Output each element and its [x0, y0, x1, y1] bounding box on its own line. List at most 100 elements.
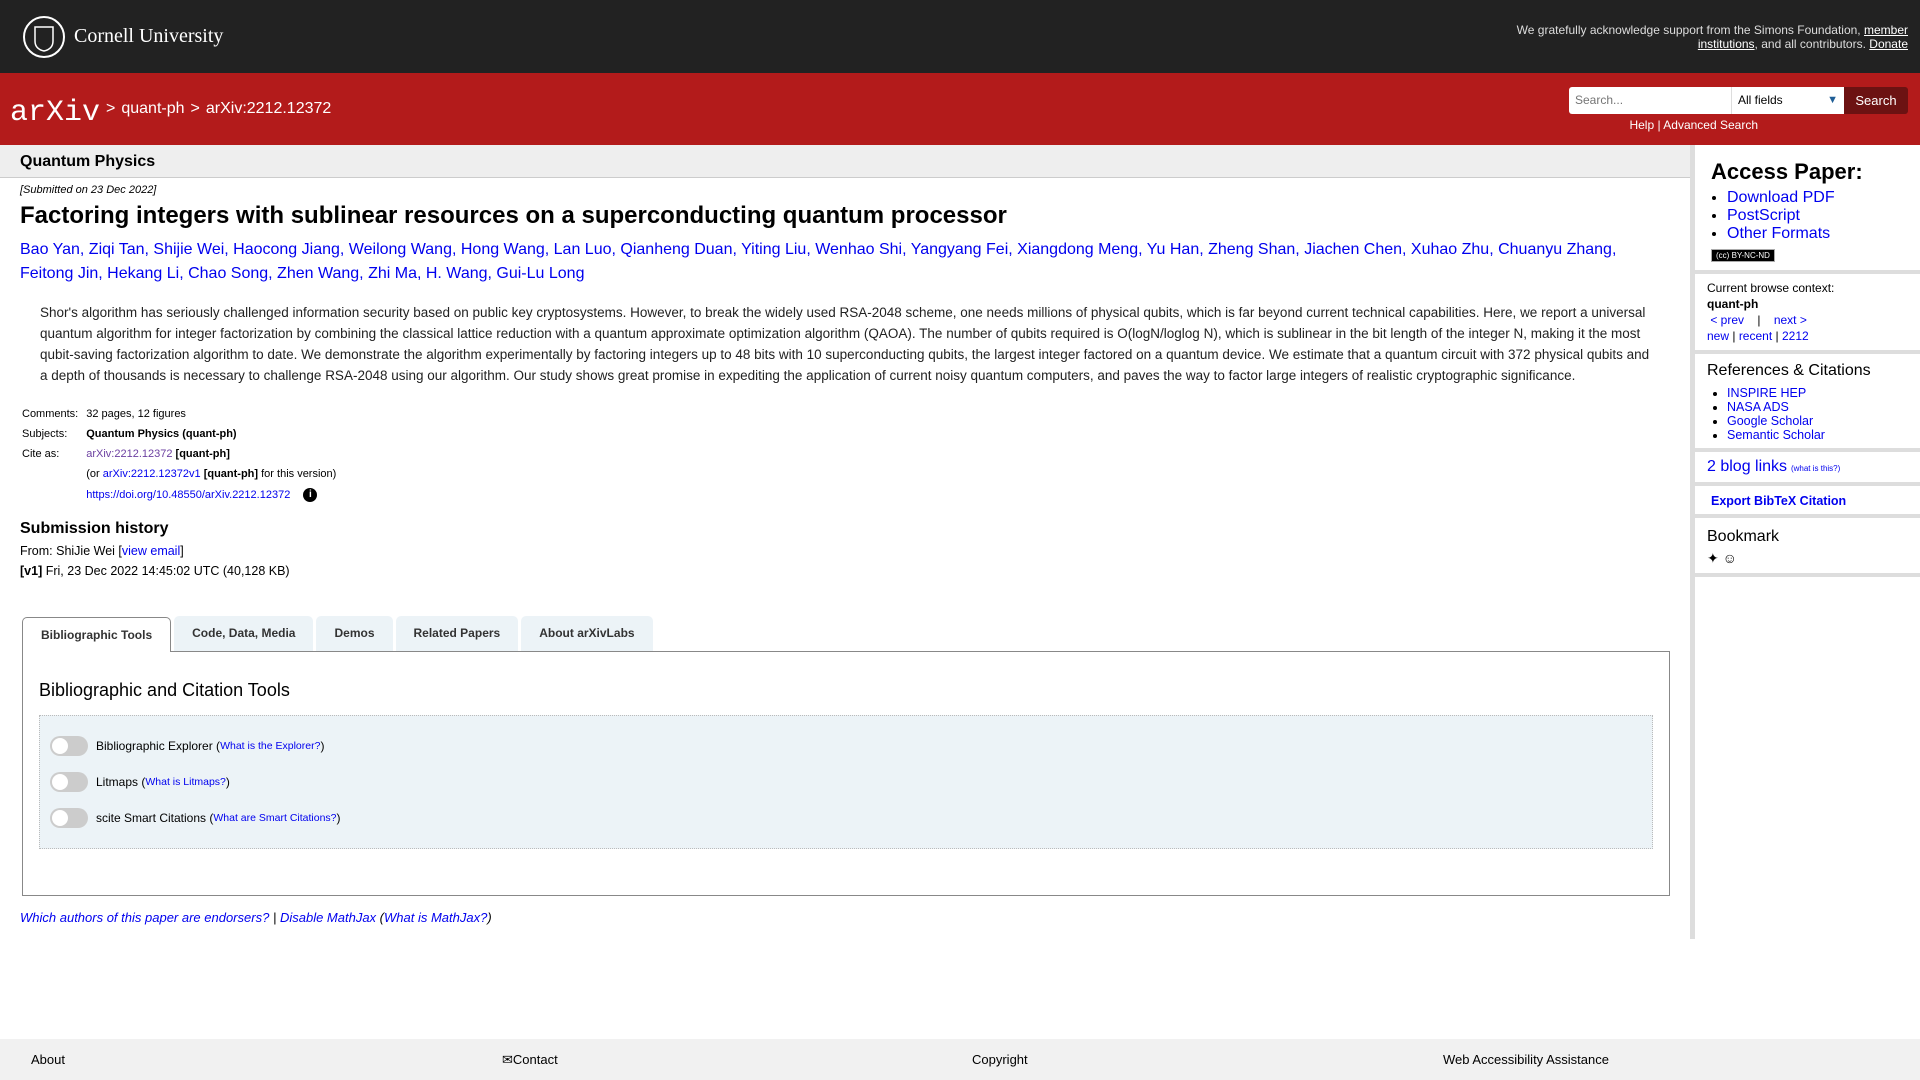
advanced-search-link[interactable]: Advanced Search: [1663, 118, 1758, 132]
bibsonomy-icon[interactable]: ✦: [1707, 550, 1719, 566]
blog-links[interactable]: 2 blog links: [1707, 458, 1787, 475]
search-field-select[interactable]: All fields ▼: [1731, 86, 1844, 114]
paper-title: Factoring integers with sublinear resour…: [20, 202, 1007, 229]
author-link[interactable]: Chao Song: [188, 265, 268, 282]
author-link[interactable]: Hekang Li: [107, 265, 179, 282]
export-bibtex-link[interactable]: Export BibTeX Citation: [1711, 494, 1846, 508]
acknowledgement: We gratefully acknowledge support from t…: [1516, 22, 1908, 51]
author-list: Bao Yan, Ziqi Tan, Shijie Wei, Haocong J…: [20, 241, 1617, 282]
author-link[interactable]: Xiangdong Meng: [1017, 241, 1138, 258]
author-link[interactable]: Bao Yan: [20, 241, 80, 258]
top-bar: Cornell University We gratefully acknowl…: [0, 0, 1920, 73]
search-button[interactable]: Search: [1844, 86, 1908, 114]
tab[interactable]: Related Papers: [395, 616, 519, 651]
toggle-help-link[interactable]: What is the Explorer?: [220, 740, 320, 752]
access-paper-box: Access Paper: Download PDFPostScriptOthe…: [1695, 145, 1920, 274]
svg-text:arXiv: arXiv: [10, 96, 100, 130]
tab[interactable]: Bibliographic Tools: [22, 617, 172, 652]
breadcrumb-category[interactable]: quant-ph: [121, 100, 184, 118]
bookmark-box: Bookmark ✦ ☺: [1695, 518, 1920, 577]
endorsers-link[interactable]: Which authors of this paper are endorser…: [20, 910, 269, 925]
author-link[interactable]: Qianheng Duan: [620, 241, 732, 258]
main-content: Quantum Physics [Submitted on 23 Dec 202…: [0, 145, 1690, 939]
author-link[interactable]: Yangyang Fei: [911, 241, 1009, 258]
new-link[interactable]: new: [1707, 329, 1729, 343]
tab[interactable]: Code, Data, Media: [174, 616, 314, 651]
mathjax-help-link[interactable]: What is MathJax?: [384, 910, 487, 925]
comments-value: 32 pages, 12 figures: [86, 408, 186, 420]
author-link[interactable]: Lan Luo: [554, 241, 612, 258]
arxiv-logo[interactable]: arXiv: [10, 88, 100, 130]
browse-context-box: Current browse context: quant-ph < prev …: [1695, 274, 1920, 354]
author-link[interactable]: Jiachen Chen: [1304, 241, 1402, 258]
tool-toggles: Bibliographic Explorer (What is the Expl…: [39, 715, 1653, 849]
author-link[interactable]: Weilong Wang: [349, 241, 452, 258]
help-link[interactable]: Help: [1629, 118, 1654, 132]
reference-link[interactable]: Google Scholar: [1727, 414, 1813, 428]
author-link[interactable]: Zhi Ma: [368, 265, 417, 282]
view-email-link[interactable]: view email: [122, 544, 180, 558]
reddit-icon[interactable]: ☺: [1723, 550, 1737, 566]
author-link[interactable]: Wenhao Shi: [815, 241, 902, 258]
references-box: References & Citations INSPIRE HEPNASA A…: [1695, 354, 1920, 452]
access-link[interactable]: PostScript: [1727, 207, 1800, 224]
footer-accessibility[interactable]: Web Accessibility Assistance: [1443, 1052, 1609, 1067]
tab[interactable]: About arXivLabs: [521, 616, 653, 651]
donate-link[interactable]: Donate: [1869, 37, 1908, 51]
toggle-help-link[interactable]: What are Smart Citations?: [213, 812, 336, 824]
toggle-row: Bibliographic Explorer (What is the Expl…: [50, 728, 1642, 764]
tools-heading: Bibliographic and Citation Tools: [39, 680, 290, 700]
doi-link[interactable]: https://doi.org/10.48550/arXiv.2212.1237…: [86, 489, 290, 501]
author-link[interactable]: Haocong Jiang: [233, 241, 340, 258]
author-link[interactable]: Ziqi Tan: [89, 241, 145, 258]
next-link[interactable]: next >: [1774, 313, 1807, 327]
access-link[interactable]: Download PDF: [1727, 189, 1835, 206]
submission-date: [Submitted on 23 Dec 2022]: [20, 184, 157, 196]
disable-mathjax-link[interactable]: Disable MathJax: [280, 910, 376, 925]
reference-link[interactable]: Semantic Scholar: [1727, 428, 1825, 442]
author-link[interactable]: Xuhao Zhu: [1411, 241, 1489, 258]
info-icon[interactable]: i: [303, 488, 318, 502]
author-link[interactable]: Yu Han: [1147, 241, 1199, 258]
toggle-switch[interactable]: [50, 736, 88, 756]
footer-copyright[interactable]: Copyright: [972, 1052, 1028, 1067]
sidebar: Access Paper: Download PDFPostScriptOthe…: [1690, 145, 1920, 939]
subject-header: Quantum Physics: [0, 145, 1690, 178]
reference-link[interactable]: INSPIRE HEP: [1727, 386, 1806, 400]
prev-link[interactable]: < prev: [1710, 313, 1744, 327]
reference-link[interactable]: NASA ADS: [1727, 400, 1789, 414]
toggle-switch[interactable]: [50, 772, 88, 792]
access-link[interactable]: Other Formats: [1727, 225, 1830, 242]
toggle-row: Litmaps (What is Litmaps?): [50, 764, 1642, 800]
author-link[interactable]: Shijie Wei: [153, 241, 224, 258]
month-link[interactable]: 2212: [1782, 329, 1809, 343]
tab[interactable]: Demos: [316, 616, 393, 651]
license-badge[interactable]: (cc) BY-NC-ND: [1711, 249, 1775, 262]
blog-help-link[interactable]: (what is this?): [1791, 464, 1840, 473]
footer-about[interactable]: About: [31, 1052, 65, 1067]
toggle-switch[interactable]: [50, 808, 88, 828]
endorsers-line: Which authors of this paper are endorser…: [20, 910, 492, 925]
institution-name: Cornell University: [74, 25, 224, 47]
blog-links-box: 2 blog links (what is this?): [1695, 452, 1920, 486]
search-input[interactable]: [1569, 86, 1731, 114]
footer-contact[interactable]: ✉ Contact: [502, 1052, 558, 1068]
cite-link[interactable]: arXiv:2212.12372: [86, 448, 172, 460]
author-link[interactable]: Yiting Liu: [741, 241, 806, 258]
version-link[interactable]: arXiv:2212.12372v1: [103, 468, 201, 480]
footer: About ✉ Contact Copyright Web Accessibil…: [0, 1039, 1920, 1080]
author-link[interactable]: Chuanyu Zhang: [1498, 241, 1612, 258]
author-link[interactable]: Feitong Jin: [20, 265, 98, 282]
arxiv-header: arXiv > quant-ph > arXiv:2212.12372 All …: [0, 73, 1920, 145]
breadcrumb: arXiv > quant-ph > arXiv:2212.12372: [10, 88, 331, 130]
cornell-seal-icon: [23, 15, 65, 58]
author-link[interactable]: Zheng Shan: [1208, 241, 1295, 258]
tools-panel: Bibliographic and Citation Tools Bibliog…: [22, 651, 1670, 896]
recent-link[interactable]: recent: [1739, 329, 1772, 343]
author-link[interactable]: Hong Wang: [461, 241, 545, 258]
cornell-logo[interactable]: Cornell University: [22, 15, 223, 59]
author-link[interactable]: H. Wang: [426, 265, 488, 282]
toggle-help-link[interactable]: What is Litmaps?: [145, 776, 226, 788]
author-link[interactable]: Gui-Lu Long: [496, 265, 584, 282]
author-link[interactable]: Zhen Wang: [277, 265, 359, 282]
